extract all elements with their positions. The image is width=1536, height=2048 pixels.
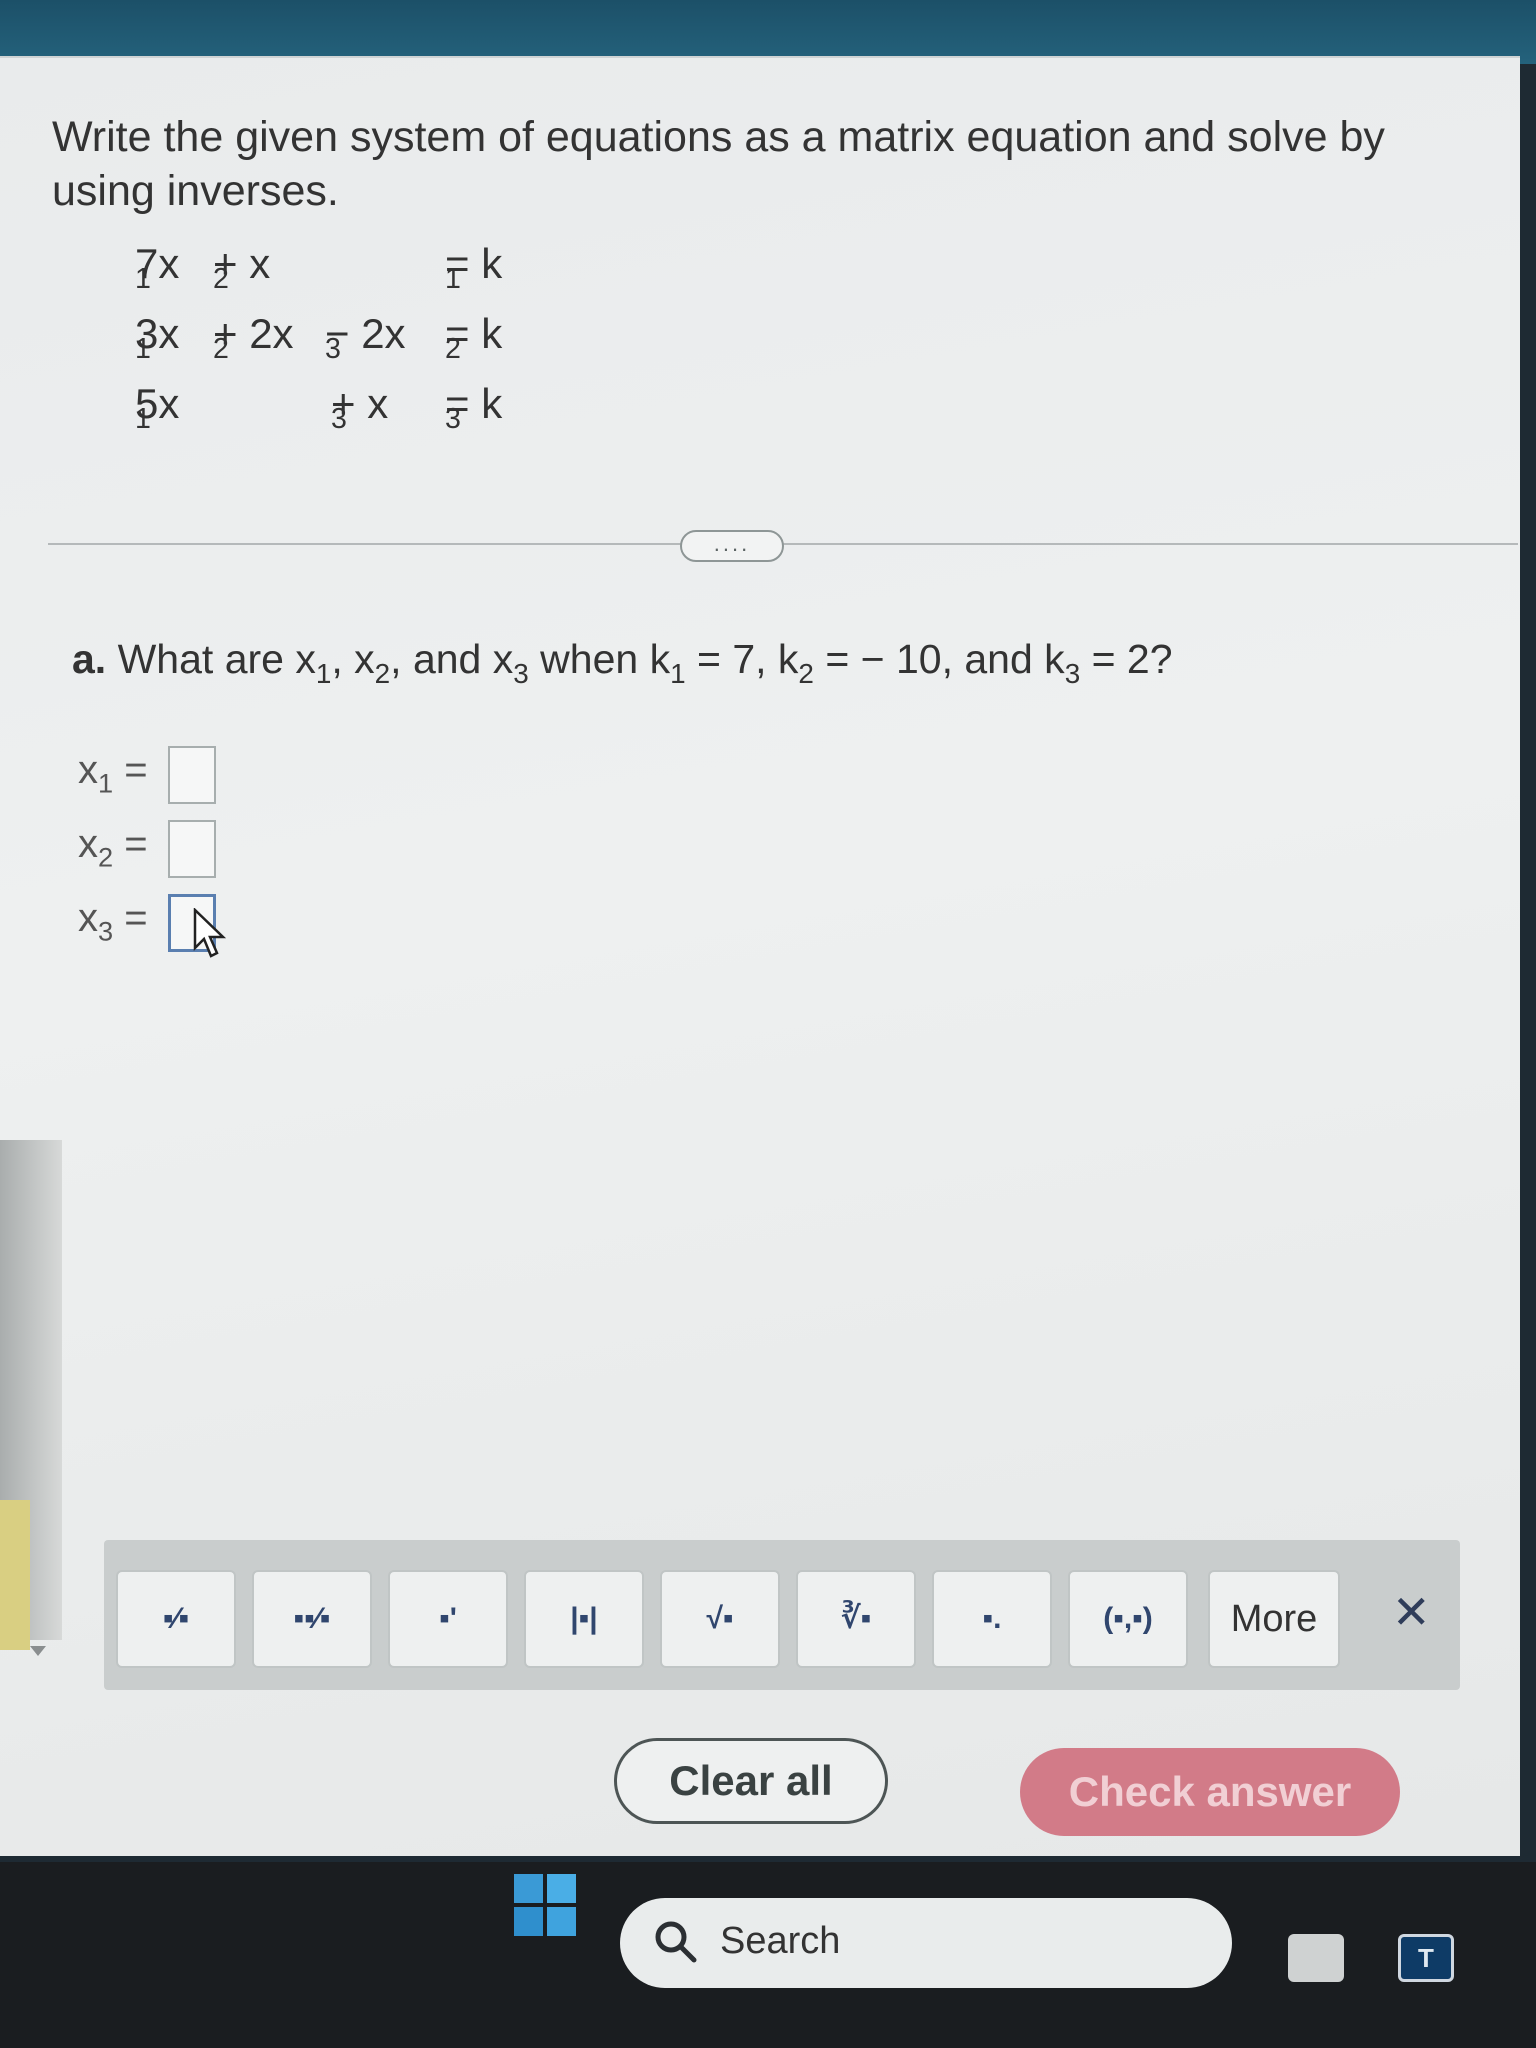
fraction-icon[interactable]: ▪⁄▪: [116, 1570, 236, 1668]
exponent-icon[interactable]: ▪': [388, 1570, 508, 1668]
search-placeholder: Search: [720, 1920, 841, 1962]
taskbar-app-icon[interactable]: [1288, 1934, 1344, 1982]
teams-app-icon[interactable]: T: [1398, 1934, 1454, 1982]
close-toolbar-icon[interactable]: ✕: [1392, 1585, 1431, 1639]
nth-root-icon[interactable]: ∛▪: [796, 1570, 916, 1668]
answer-label: x1 =: [78, 748, 148, 799]
square-root-icon[interactable]: √▪: [660, 1570, 780, 1668]
more-button[interactable]: More: [1208, 1570, 1340, 1668]
ordered-pair-icon[interactable]: (▪,▪): [1068, 1570, 1188, 1668]
math-toolbar: ▪⁄▪ ▪▪⁄▪ ▪' |▪| √▪ ∛▪ ▪. (▪,▪) More: [104, 1540, 1460, 1690]
decimal-icon[interactable]: ▪.: [932, 1570, 1052, 1668]
windows-start-icon[interactable]: [512, 1872, 578, 1938]
answer-label: x3 =: [78, 896, 148, 947]
answer-row-x2: x2 =: [78, 814, 308, 884]
equation-row-2: 3x 1 + 2x 2 − 2x 3 = k2: [135, 310, 503, 365]
problem-instructions: Write the given system of equations as a…: [52, 113, 1385, 215]
scroll-down-arrow-icon[interactable]: [30, 1646, 46, 1656]
scrollbar-thumb[interactable]: [0, 1500, 30, 1650]
left-scrollbar[interactable]: [0, 1140, 62, 1656]
answer-row-x1: x1 =: [78, 740, 308, 810]
expand-button[interactable]: ....: [680, 530, 784, 562]
monitor-top-bar: [0, 0, 1536, 64]
mixed-number-icon[interactable]: ▪▪⁄▪: [252, 1570, 372, 1668]
x2-input[interactable]: [168, 820, 216, 878]
mouse-pointer-icon: [193, 908, 227, 958]
search-icon: [655, 1921, 697, 1963]
equation-row-3: 5x 1 + x3 = k3: [135, 380, 503, 435]
equation-row-1: 7x 1 + x2 = k1: [135, 240, 503, 295]
answer-label: x2 =: [78, 822, 148, 873]
question-a: a. What are x1, x2, and x3 when k1 = 7, …: [72, 636, 1173, 689]
check-answer-button[interactable]: Check answer: [1020, 1748, 1400, 1836]
clear-all-button[interactable]: Clear all: [614, 1738, 888, 1824]
x1-input[interactable]: [168, 746, 216, 804]
taskbar-search-box[interactable]: Search: [620, 1898, 1232, 1988]
equation-system: 7x 1 + x2 = k1 3x 1 + 2x 2 − 2x 3 = k2 5x 1 +…: [135, 240, 575, 440]
absolute-value-icon[interactable]: |▪|: [524, 1570, 644, 1668]
